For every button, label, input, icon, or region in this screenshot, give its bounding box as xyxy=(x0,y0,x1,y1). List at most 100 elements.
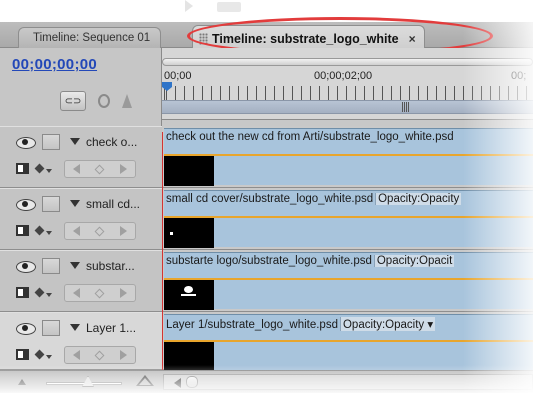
eye-icon[interactable] xyxy=(16,260,36,273)
keyframe-line[interactable] xyxy=(164,216,533,218)
clip-thumbnail xyxy=(164,280,214,310)
track-row: substar... substarte logo/substrate_logo… xyxy=(0,250,533,312)
clip[interactable]: Layer 1/substrate_logo_white.psd Opacity:… xyxy=(164,314,533,371)
track-area: substarte logo/substrate_logo_white.psd O… xyxy=(163,250,533,312)
keyframe-navigator xyxy=(64,222,136,240)
display-icon[interactable] xyxy=(16,163,29,174)
track-header[interactable]: small cd... xyxy=(0,188,162,250)
prev-key-icon[interactable] xyxy=(73,288,81,298)
clip-name: check out the new cd from Arti/substrate… xyxy=(166,131,454,143)
ruler-ticks xyxy=(162,86,533,100)
collapse-icon[interactable] xyxy=(70,262,80,269)
zoom-scroll-bar[interactable] xyxy=(162,58,533,66)
chevron-down-icon[interactable] xyxy=(46,293,52,297)
eye-icon[interactable] xyxy=(16,198,36,211)
top-strip xyxy=(0,0,533,22)
track-header[interactable]: check o... xyxy=(0,126,162,188)
next-key-icon[interactable] xyxy=(119,164,127,174)
grip-icon[interactable] xyxy=(199,32,208,45)
chevron-down-icon[interactable] xyxy=(46,169,52,173)
opacity-dropdown[interactable]: Opacity:Opacit xyxy=(373,255,455,267)
close-icon[interactable]: × xyxy=(409,32,416,46)
ruler-label: 00; xyxy=(511,70,527,82)
keyframe-toggle-icon[interactable] xyxy=(34,287,45,298)
faded-control xyxy=(217,2,241,12)
add-key-icon[interactable] xyxy=(95,288,105,298)
keyframe-toggle-icon[interactable] xyxy=(34,225,45,236)
track-area: check out the new cd from Arti/substrate… xyxy=(163,126,533,188)
display-icon[interactable] xyxy=(16,349,29,360)
display-icon[interactable] xyxy=(16,287,29,298)
clip[interactable]: substarte logo/substrate_logo_white.psd O… xyxy=(164,252,533,310)
timeline-panel: 00;00;00;00 ⊂⊃ 00;00 00;00;02;00 00; che… xyxy=(0,48,533,393)
keyframe-navigator xyxy=(64,160,136,178)
track-header[interactable]: substar... xyxy=(0,250,162,312)
zoom-out-icon[interactable] xyxy=(18,379,26,385)
collapse-icon[interactable] xyxy=(70,138,80,145)
bottom-bar xyxy=(0,370,533,393)
clip-name: Layer 1/substrate_logo_white.psd xyxy=(166,319,338,331)
tab-sequence-01[interactable]: Timeline: Sequence 01 xyxy=(18,27,162,48)
track-row: check o... check out the new cd from Art… xyxy=(0,126,533,188)
lock-toggle[interactable] xyxy=(42,258,60,274)
display-icon[interactable] xyxy=(16,225,29,236)
time-ruler[interactable]: 00;00 00;00;02;00 00; xyxy=(162,48,533,120)
keyframe-line[interactable] xyxy=(164,154,533,156)
lock-toggle[interactable] xyxy=(42,134,60,150)
track-header-selected[interactable]: Layer 1... xyxy=(0,312,162,370)
snap-icon[interactable]: ⊂⊃ xyxy=(60,91,86,111)
chevron-down-icon[interactable] xyxy=(46,231,52,235)
add-key-icon[interactable] xyxy=(95,226,105,236)
lock-toggle[interactable] xyxy=(42,320,60,336)
clip-thumbnail xyxy=(164,342,214,371)
keyframe-line[interactable] xyxy=(164,278,533,280)
scroll-thumb[interactable] xyxy=(186,376,198,388)
clip-title: small cd cover/substrate_logo_white.psd O… xyxy=(166,193,532,209)
work-area-grip-icon[interactable] xyxy=(402,102,410,112)
ruler-label: 00;00;02;00 xyxy=(314,70,373,82)
keyframe-icon[interactable] xyxy=(122,94,132,108)
track-area: small cd cover/substrate_logo_white.psd O… xyxy=(163,188,533,250)
opacity-dropdown[interactable]: Opacity:Opacity xyxy=(375,193,462,205)
scroll-left-icon[interactable] xyxy=(174,378,181,388)
next-key-icon[interactable] xyxy=(119,226,127,236)
playhead-icon[interactable] xyxy=(162,82,172,108)
keyframe-line[interactable] xyxy=(164,340,533,342)
eye-icon[interactable] xyxy=(16,322,36,335)
collapse-icon[interactable] xyxy=(70,200,80,207)
clip-name: substarte logo/substrate_logo_white.psd xyxy=(166,255,372,267)
clip-thumbnail xyxy=(164,218,214,248)
clip-title: substarte logo/substrate_logo_white.psd O… xyxy=(166,255,532,271)
prev-key-icon[interactable] xyxy=(73,350,81,360)
opacity-dropdown[interactable]: Opacity:Opacity ▾ xyxy=(339,317,436,331)
track-name: Layer 1... xyxy=(86,321,137,335)
keyframe-toggle-icon[interactable] xyxy=(34,163,45,174)
prev-key-icon[interactable] xyxy=(73,164,81,174)
next-key-icon[interactable] xyxy=(119,288,127,298)
chevron-down-icon[interactable] xyxy=(46,355,52,359)
next-key-icon[interactable] xyxy=(119,350,127,360)
add-key-icon[interactable] xyxy=(95,350,105,360)
prev-key-icon[interactable] xyxy=(73,226,81,236)
horizontal-scrollbar[interactable] xyxy=(163,374,533,390)
timecode-display[interactable]: 00;00;00;00 xyxy=(12,56,97,73)
marker-icon[interactable] xyxy=(98,94,110,108)
tab-substrate-logo-white[interactable]: Timeline: substrate_logo_white × xyxy=(192,25,425,48)
tab-bar: Timeline: Sequence 01 Timeline: substrat… xyxy=(0,22,533,48)
lock-toggle[interactable] xyxy=(42,196,60,212)
faded-play-icon xyxy=(185,0,201,12)
collapse-icon[interactable] xyxy=(70,324,80,331)
eye-icon[interactable] xyxy=(16,136,36,149)
track-row: Layer 1... Layer 1/substrate_logo_white.… xyxy=(0,312,533,371)
work-area-bar[interactable] xyxy=(162,100,533,114)
tab-label: Timeline: substrate_logo_white xyxy=(212,31,399,46)
timeline-tools: ⊂⊃ xyxy=(60,90,132,112)
track-name: small cd... xyxy=(86,197,141,211)
add-key-icon[interactable] xyxy=(95,164,105,174)
track-area: Layer 1/substrate_logo_white.psd Opacity:… xyxy=(163,312,533,371)
clip[interactable]: check out the new cd from Arti/substrate… xyxy=(164,128,533,186)
clip[interactable]: small cd cover/substrate_logo_white.psd O… xyxy=(164,190,533,248)
keyframe-toggle-icon[interactable] xyxy=(34,349,45,360)
zoom-in-icon[interactable] xyxy=(136,375,154,386)
tab-label: Timeline: Sequence 01 xyxy=(33,32,151,44)
